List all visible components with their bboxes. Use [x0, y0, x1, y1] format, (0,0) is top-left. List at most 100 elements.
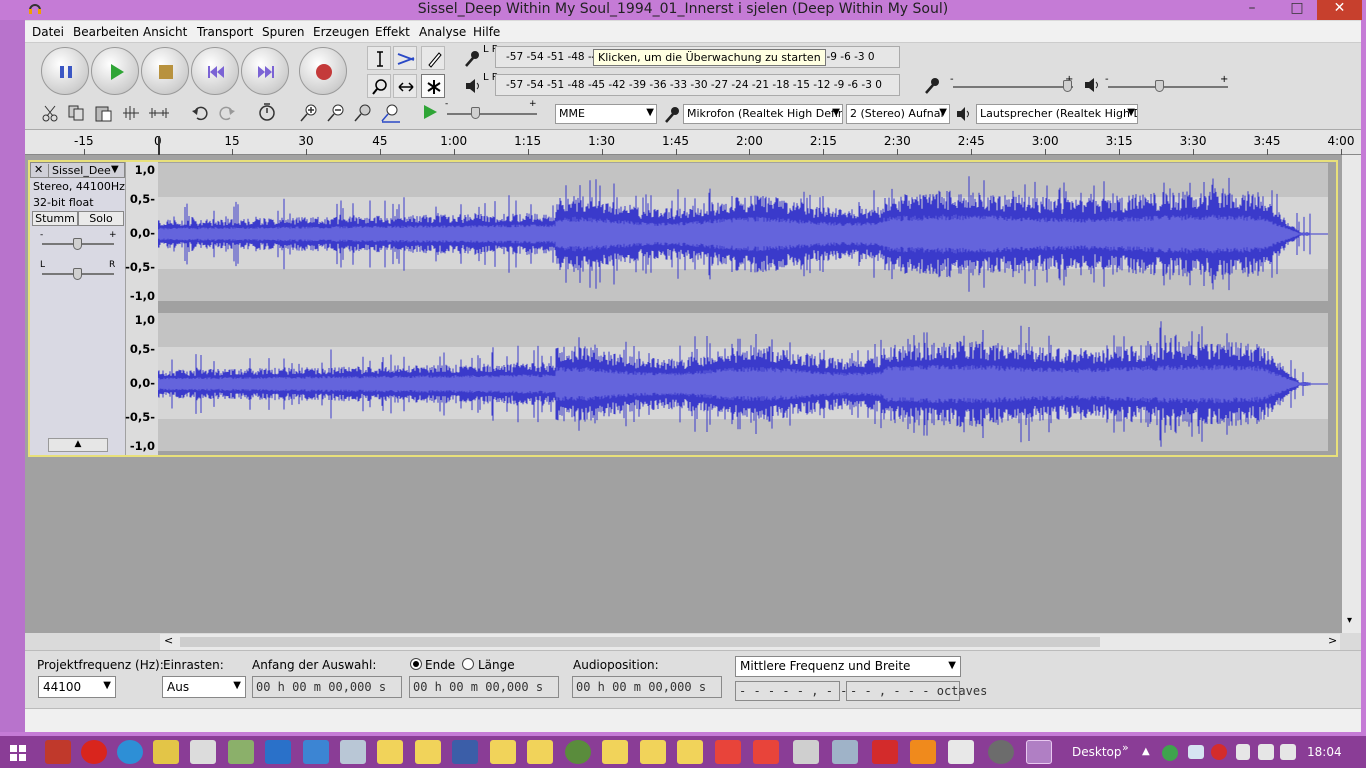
- playback-volume-slider[interactable]: [1108, 86, 1228, 88]
- sync-lock-icon[interactable]: [257, 102, 277, 122]
- vivaldi-icon[interactable]: [715, 740, 741, 764]
- track-menu-chevron-icon[interactable]: ▼: [111, 164, 119, 175]
- clock[interactable]: 18:04: [1307, 745, 1342, 759]
- desktop-toolbar-label[interactable]: Desktop: [1072, 745, 1122, 759]
- tray-red-icon[interactable]: [1211, 744, 1227, 760]
- folder-icon[interactable]: [377, 740, 403, 764]
- folder-icon-4[interactable]: [527, 740, 553, 764]
- spectral-selection-select[interactable]: Mittlere Frequenz und Breite ▼: [735, 656, 961, 677]
- windows-start-icon[interactable]: [10, 745, 26, 761]
- menu-effekt[interactable]: Effekt: [375, 25, 410, 39]
- folder-icon-6[interactable]: [640, 740, 666, 764]
- vertical-scrollbar[interactable]: ▾: [1342, 155, 1361, 633]
- fit-selection-icon[interactable]: [353, 103, 373, 123]
- playback-device-select[interactable]: Lautsprecher (Realtek High D ▼: [976, 104, 1138, 124]
- track-name[interactable]: Sissel_Dee: [48, 164, 111, 177]
- skip-start-button[interactable]: [191, 47, 239, 95]
- horizontal-scrollbar[interactable]: < >: [160, 634, 1340, 650]
- minimize-button[interactable]: –: [1232, 0, 1272, 20]
- menu-ansicht[interactable]: Ansicht: [143, 25, 187, 39]
- audacity-taskbar-icon[interactable]: [1026, 740, 1052, 764]
- game-icon[interactable]: [872, 740, 898, 764]
- project-rate-select[interactable]: 44100 ▼: [38, 676, 116, 698]
- playback-meter[interactable]: -57 -54 -51 -48 -45 -42 -39 -36 -33 -30 …: [495, 74, 900, 96]
- tray-expand-icon[interactable]: ▲: [1142, 746, 1150, 757]
- skip-end-button[interactable]: [241, 47, 289, 95]
- record-button[interactable]: [299, 47, 347, 95]
- power-icon[interactable]: [45, 740, 71, 764]
- opera-icon[interactable]: [81, 740, 107, 764]
- folder-icon-5[interactable]: [602, 740, 628, 764]
- recording-volume-thumb[interactable]: [1063, 80, 1072, 92]
- recording-device-select[interactable]: Mikrofon (Realtek High Defini ▼: [683, 104, 843, 124]
- security-shield-icon[interactable]: [265, 740, 291, 764]
- tray-volume-icon[interactable]: [1280, 744, 1296, 760]
- menu-hilfe[interactable]: Hilfe: [473, 25, 500, 39]
- tray-battery-icon[interactable]: [1236, 744, 1250, 760]
- scroll-down-icon[interactable]: ▾: [1347, 615, 1352, 626]
- network-app-icon[interactable]: [303, 740, 329, 764]
- undo-icon[interactable]: [191, 104, 209, 122]
- solo-button[interactable]: Solo: [78, 211, 124, 226]
- documents-icon[interactable]: [190, 740, 216, 764]
- snap-select[interactable]: Aus ▼: [162, 676, 246, 698]
- recording-channels-select[interactable]: 2 (Stereo) Aufnal ▼: [846, 104, 950, 124]
- track-close-button[interactable]: ✕: [34, 163, 43, 176]
- computer-icon[interactable]: [452, 740, 478, 764]
- waveform-left-channel[interactable]: [158, 163, 1328, 301]
- pause-button[interactable]: [41, 47, 89, 95]
- desktop-toolbar-chevron[interactable]: »: [1122, 741, 1129, 754]
- play-speed-thumb[interactable]: [471, 107, 480, 119]
- redo-icon[interactable]: [218, 104, 236, 122]
- gain-thumb[interactable]: [73, 238, 82, 250]
- play-at-speed-icon[interactable]: [421, 103, 439, 121]
- playhead-marker[interactable]: [158, 136, 160, 155]
- menu-bearbeiten[interactable]: Bearbeiten: [73, 25, 139, 39]
- selection-tool[interactable]: [367, 46, 391, 70]
- menu-spuren[interactable]: Spuren: [262, 25, 305, 39]
- menu-erzeugen[interactable]: Erzeugen: [313, 25, 369, 39]
- draw-tool[interactable]: [421, 46, 445, 70]
- bandwidth-field[interactable]: - - , - - - octaves: [846, 681, 987, 701]
- play-speed-slider[interactable]: [447, 113, 537, 115]
- alien-icon[interactable]: [988, 740, 1014, 764]
- vlc-icon[interactable]: [910, 740, 936, 764]
- file-explorer-icon[interactable]: [153, 740, 179, 764]
- disc-icon[interactable]: [832, 740, 858, 764]
- close-button[interactable]: ✕: [1317, 0, 1362, 20]
- audio-position-time[interactable]: 00 h 00 m 00,000 s: [572, 676, 722, 698]
- settings-app-icon[interactable]: [340, 740, 366, 764]
- selection-start-time[interactable]: 00 h 00 m 00,000 s: [252, 676, 402, 698]
- globe-icon[interactable]: [565, 740, 591, 764]
- cut-icon[interactable]: [41, 104, 59, 122]
- center-frequency-field[interactable]: - - - - - , - - Hz: [735, 681, 869, 701]
- mute-button[interactable]: Stumm: [32, 211, 78, 226]
- selection-end-time[interactable]: 00 h 00 m 00,000 s: [409, 676, 559, 698]
- calculator-icon[interactable]: [793, 740, 819, 764]
- horizontal-scroll-thumb[interactable]: [180, 637, 1100, 647]
- zoom-in-icon[interactable]: [299, 103, 319, 123]
- envelope-tool[interactable]: [393, 46, 417, 70]
- multi-tool[interactable]: [421, 74, 445, 98]
- menu-transport[interactable]: Transport: [197, 25, 253, 39]
- recording-volume-slider[interactable]: [953, 86, 1073, 88]
- photo-viewer-icon[interactable]: [228, 740, 254, 764]
- scroll-right-icon[interactable]: >: [1328, 634, 1337, 647]
- folder-icon-7[interactable]: [677, 740, 703, 764]
- silence-icon[interactable]: [148, 104, 170, 122]
- maximize-button[interactable]: □: [1277, 0, 1317, 20]
- play-button[interactable]: [91, 47, 139, 95]
- folder-icon-3[interactable]: [490, 740, 516, 764]
- length-radio[interactable]: [462, 658, 474, 670]
- waveform-right-channel[interactable]: [158, 313, 1328, 451]
- vivaldi-icon-2[interactable]: [753, 740, 779, 764]
- collapse-track-button[interactable]: ▲: [48, 438, 108, 452]
- pan-thumb[interactable]: [73, 268, 82, 280]
- folder-icon-2[interactable]: [415, 740, 441, 764]
- pdf-icon[interactable]: [948, 740, 974, 764]
- tray-monitor-icon[interactable]: [1188, 745, 1204, 759]
- stop-button[interactable]: [141, 47, 189, 95]
- end-radio[interactable]: [410, 658, 422, 670]
- fit-project-icon[interactable]: [380, 103, 402, 123]
- copy-icon[interactable]: [67, 104, 85, 122]
